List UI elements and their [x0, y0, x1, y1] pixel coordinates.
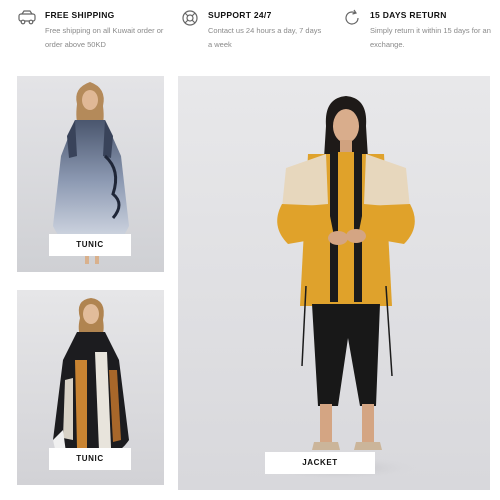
truck-icon — [17, 8, 37, 28]
refresh-icon — [342, 8, 362, 28]
feature-title: FREE SHIPPING — [45, 10, 115, 20]
feature-desc: Contact us 24 hours a day, 7 days a week — [208, 26, 322, 49]
feature-returns: 15 DAYS RETURN Simply return it within 1… — [342, 0, 492, 60]
feature-desc: Free shipping on all Kuwait order or ord… — [45, 26, 164, 49]
feature-support: SUPPORT 24/7 Contact us 24 hours a day, … — [180, 0, 330, 60]
lifebuoy-icon — [180, 8, 200, 28]
product-tile-tunic-2[interactable]: TUNIC — [17, 290, 164, 485]
product-tile-tunic-1[interactable]: TUNIC — [17, 76, 164, 272]
jacket-label-button[interactable]: JACKET — [265, 452, 375, 474]
product-image — [178, 76, 490, 490]
feature-title: 15 DAYS RETURN — [370, 10, 447, 20]
feature-title: SUPPORT 24/7 — [208, 10, 272, 20]
feature-desc: Simply return it within 15 days for an e… — [370, 26, 491, 49]
tunic-label-button[interactable]: TUNIC — [49, 234, 131, 256]
feature-free-shipping: FREE SHIPPING Free shipping on all Kuwai… — [17, 0, 167, 60]
product-tile-jacket[interactable]: JACKET — [178, 76, 490, 490]
tunic-label-button[interactable]: TUNIC — [49, 448, 131, 470]
